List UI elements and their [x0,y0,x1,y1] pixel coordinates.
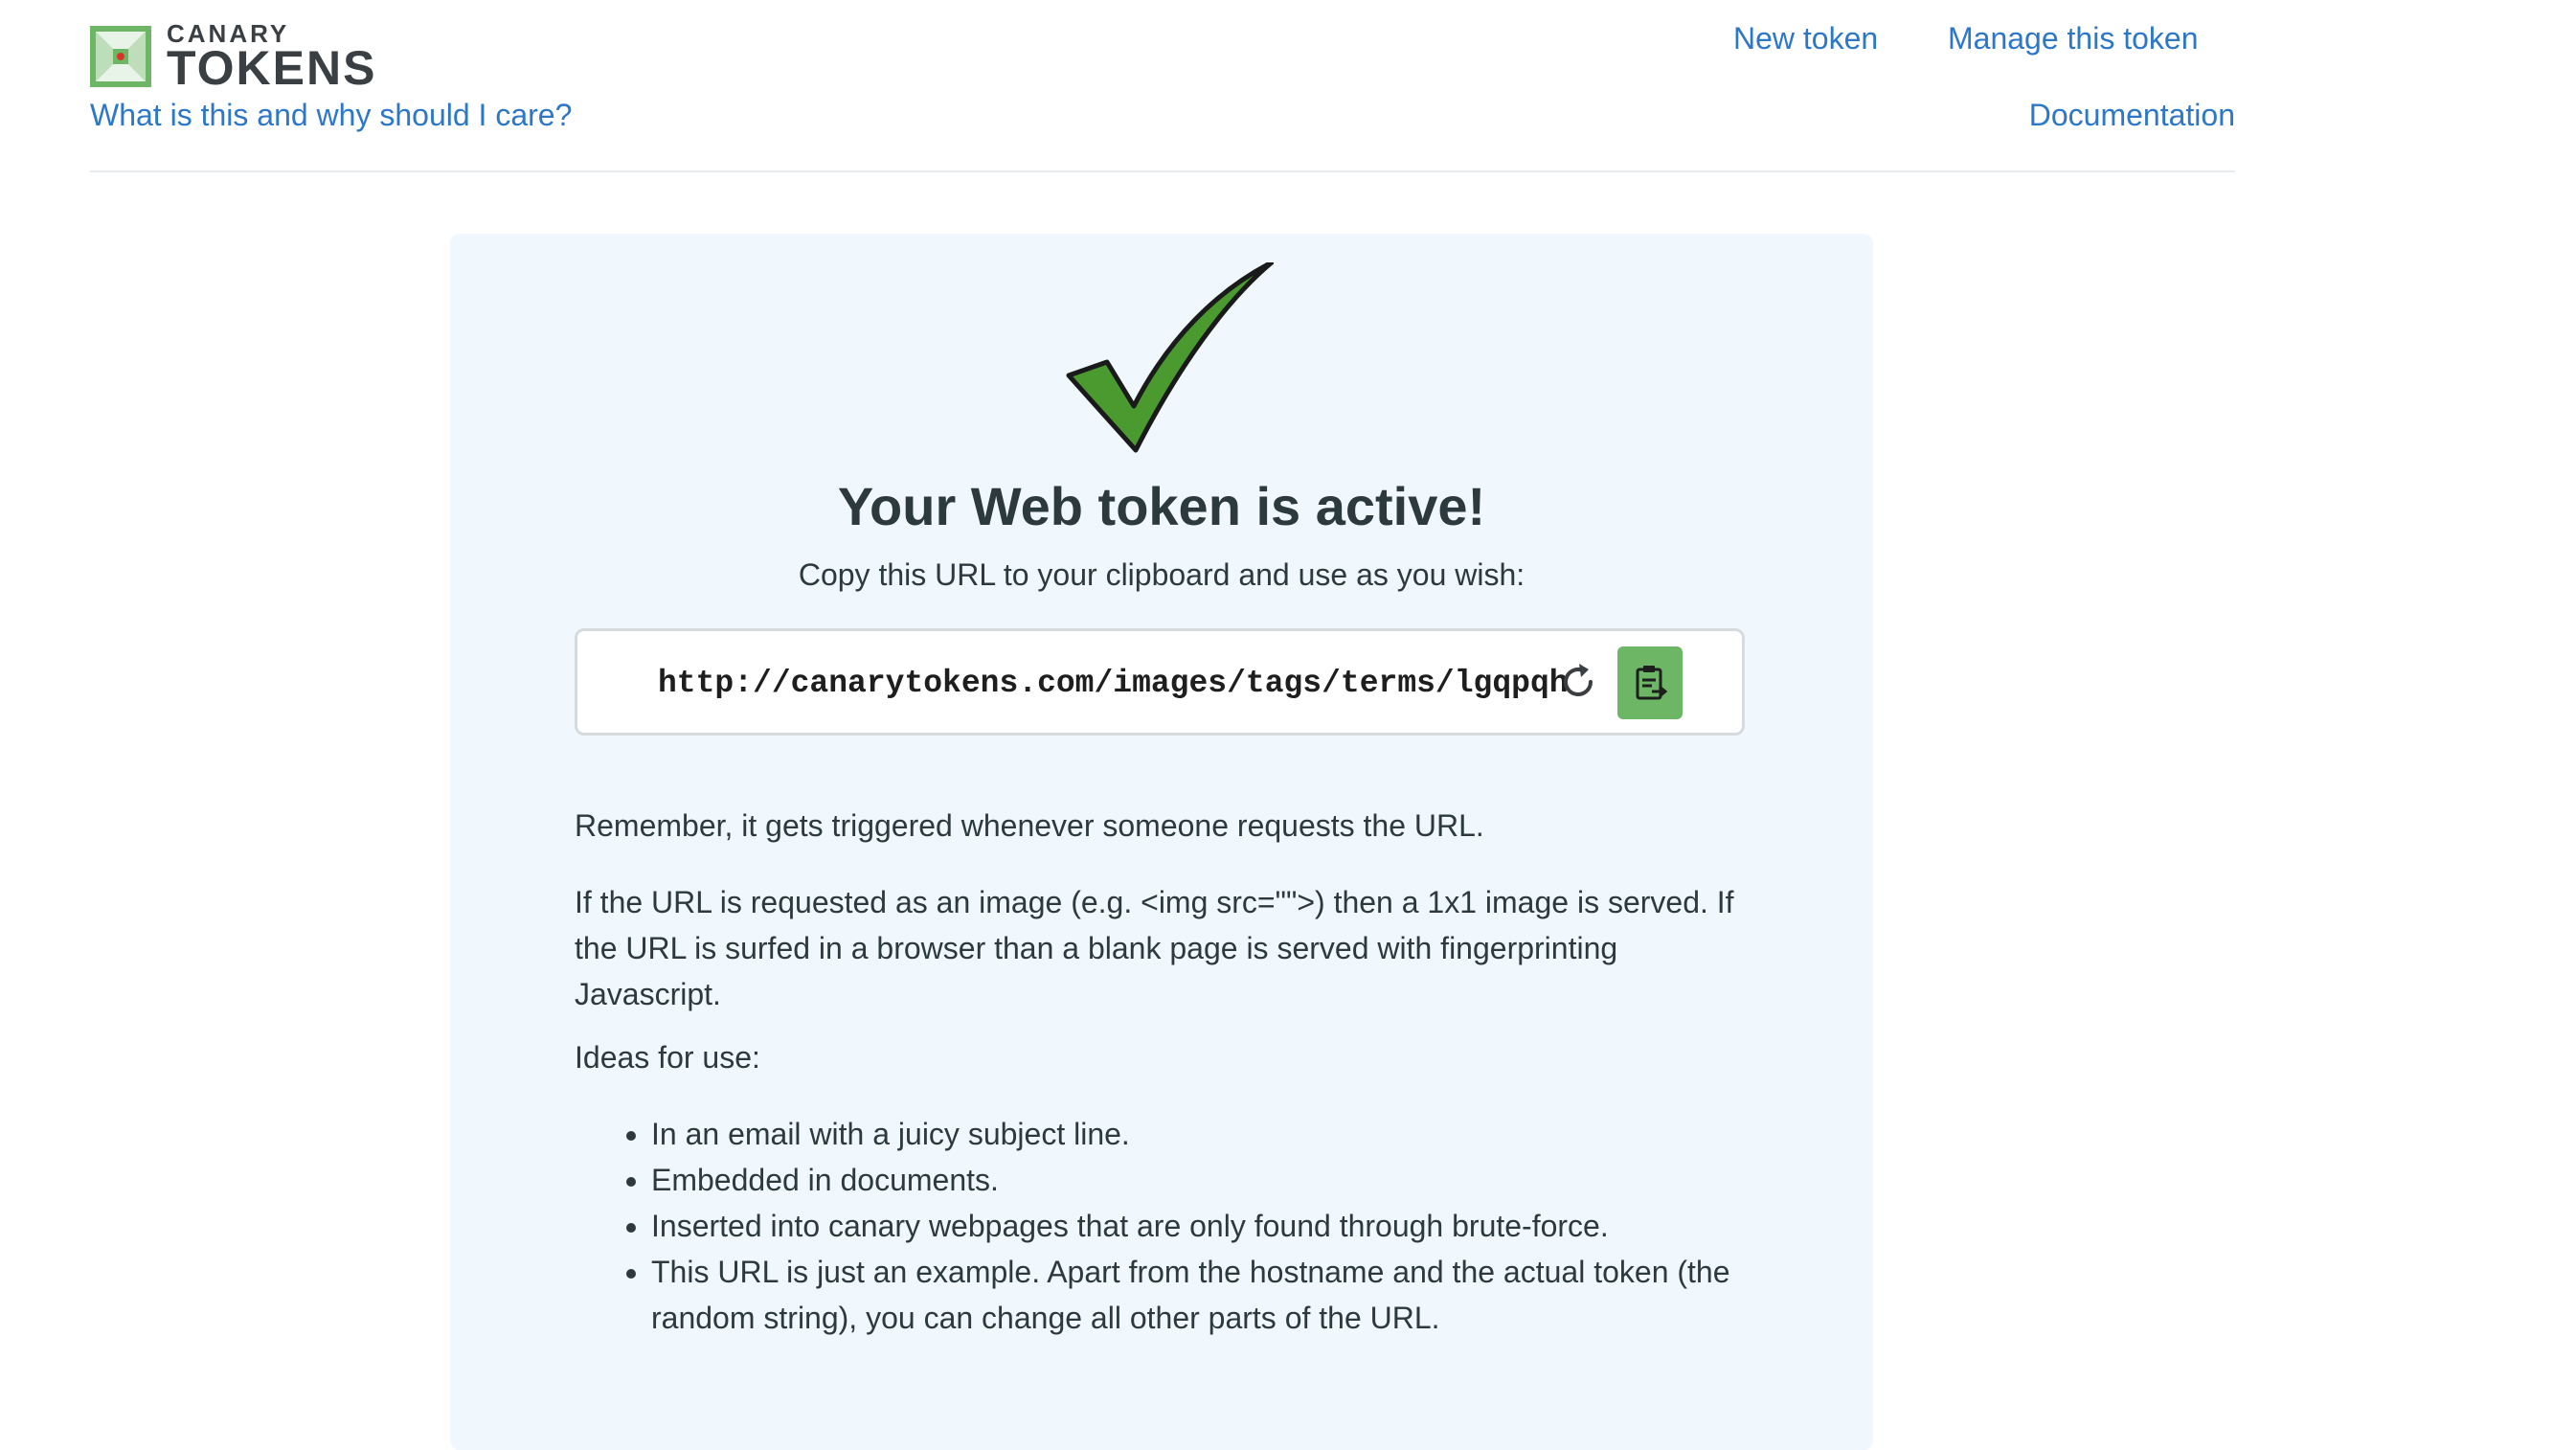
copy-button[interactable] [1617,646,1683,719]
token-card: Your Web token is active! Copy this URL … [450,234,1873,1450]
list-item: In an email with a juicy subject line. [651,1111,1839,1157]
manage-token-link[interactable]: Manage this token [1948,21,2199,57]
logo-wordmark: CANARY TOKENS [167,21,376,92]
page: CANARY TOKENS What is this and why shoul… [0,0,2576,1450]
canary-logo-icon [90,26,151,87]
list-item: Embedded in documents. [651,1157,1839,1203]
card-subtitle: Copy this URL to your clipboard and use … [798,557,1525,592]
logo-tokens-text: TOKENS [167,41,377,95]
ideas-label: Ideas for use: [575,1040,760,1075]
token-url-box: http://canarytokens.com/images/tags/term… [575,628,1745,736]
header: CANARY TOKENS What is this and why shoul… [90,0,2235,172]
clipboard-icon [1636,666,1667,700]
trigger-note: Remember, it gets triggered whenever som… [575,808,1484,843]
logo[interactable]: CANARY TOKENS [90,21,376,92]
serving-note: If the URL is requested as an image (e.g… [575,885,1734,1011]
token-url[interactable]: http://canarytokens.com/images/tags/term… [658,666,1569,701]
new-token-link[interactable]: New token [1733,21,1878,57]
list-item: This URL is just an example. Apart from … [651,1249,1839,1341]
list-item: Inserted into canary webpages that are o… [651,1203,1839,1249]
what-is-this-link[interactable]: What is this and why should I care? [90,98,572,133]
card-title: Your Web token is active! [837,476,1486,536]
documentation-link[interactable]: Documentation [2029,98,2235,133]
ideas-list: In an email with a juicy subject line. E… [575,1111,1839,1341]
checkmark-icon [1066,262,1274,453]
refresh-icon[interactable] [1556,660,1600,704]
